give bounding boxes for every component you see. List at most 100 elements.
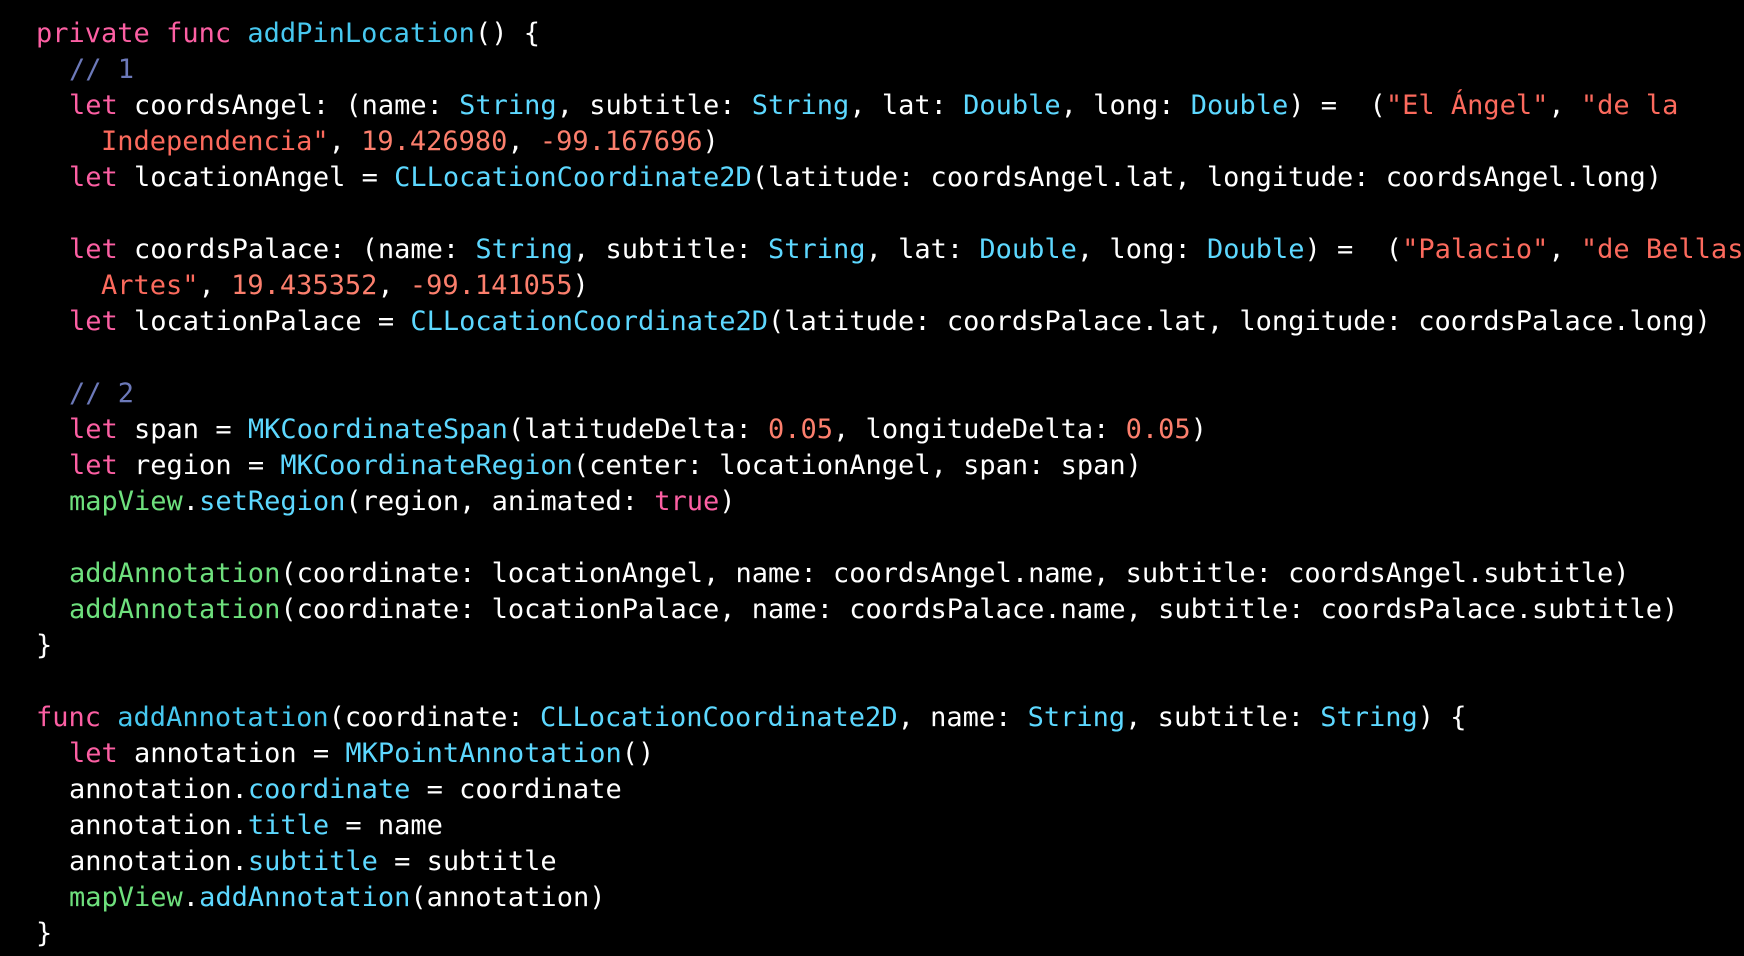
code-token-type: MKPointAnnotation [345,738,622,769]
code-token-plain: ) [1190,414,1207,445]
code-token-plain: locationAngel = [117,162,395,193]
code-token-keyword: func [36,702,102,733]
code-line: let locationAngel = CLLocationCoordinate… [36,160,1736,196]
code-token-type: CLLocationCoordinate2D [539,702,898,733]
code-token-type: Double [1206,234,1305,265]
code-token-type: MKCoordinateRegion [280,450,573,481]
code-token-plain: ) [702,126,719,157]
code-token-plain: = coordinate [410,774,622,805]
code-line: let coordsAngel: (name: String, subtitle… [36,88,1736,124]
code-token-string: "de Bellas [1580,234,1744,265]
code-token-string: Artes" [101,270,199,301]
code-token-plain: } [36,918,53,949]
code-token-comment: // 1 [69,54,135,85]
code-token-number: -99.167696 [539,126,703,157]
code-line: Independencia", 19.426980, -99.167696) [36,124,1736,160]
code-token-plain: , long: [1076,234,1207,265]
code-line: } [36,916,1736,952]
code-line: annotation.coordinate = coordinate [36,772,1736,808]
code-token-plain: coordsAngel: (name: [117,90,460,121]
code-editor[interactable]: private func addPinLocation() {// 1 let c… [36,16,1743,952]
code-token-project: addAnnotation [69,558,281,589]
code-token-plain: annotation = [117,738,346,769]
code-token-plain: , lat: [849,90,964,121]
code-token-keyword: let [69,306,118,337]
code-token-keyword: let [69,90,118,121]
code-token-project: addAnnotation [69,594,281,625]
code-token-plain: ) [572,270,589,301]
code-token-plain: . [182,882,200,913]
code-token-plain: , [328,126,362,157]
code-token-plain: locationPalace = [117,306,411,337]
code-token-plain: ) { [1417,702,1467,733]
code-line: let locationPalace = CLLocationCoordinat… [36,304,1736,340]
code-line: // 1 [36,52,1736,88]
code-token-plain: } [36,630,53,661]
code-token-member: subtitle [247,846,378,877]
code-token-number: 0.05 [1125,414,1191,445]
code-token-project: mapView [69,486,183,517]
code-token-keyword: func [166,18,232,49]
code-token-plain: () { [474,18,540,49]
code-token-plain: , longitudeDelta: [833,414,1126,445]
code-token-type: Double [979,234,1077,265]
code-line: annotation.title = name [36,808,1736,844]
code-token-member: coordinate [247,774,411,805]
code-token-string: "Palacio" [1402,234,1549,265]
code-line: private func addPinLocation() { [36,16,1736,52]
code-token-plain: region = [117,450,281,481]
code-token-plain: span = [117,414,248,445]
code-token-keyword: let [69,450,118,481]
code-token-func-name: addAnnotation [117,702,329,733]
code-token-plain: ) [719,486,736,517]
code-line: let region = MKCoordinateRegion(center: … [36,448,1736,484]
code-token-type: String [768,234,866,265]
code-token-member: title [247,810,330,841]
code-line: addAnnotation(coordinate: locationAngel,… [36,556,1736,592]
code-token-number: 19.435352 [231,270,378,301]
code-token-string: "El Ángel" [1385,90,1549,121]
code-token-plain: , [1548,90,1581,121]
code-token-type: String [475,234,573,265]
code-token-plain: , subtitle: [572,234,769,265]
code-token-plain: , name: [897,702,1028,733]
code-line: let coordsPalace: (name: String, subtitl… [36,232,1743,268]
code-token-number: -99.141055 [409,270,573,301]
code-token-plain: (center: locationAngel, span: span) [572,450,1142,481]
code-line: func addAnnotation(coordinate: CLLocatio… [36,700,1736,736]
code-token-plain: , subtitle: [1125,702,1321,733]
code-token-plain: , [507,126,540,157]
code-token-type: CLLocationCoordinate2D [394,162,752,193]
code-line: annotation.subtitle = subtitle [36,844,1736,880]
code-token-plain: , lat: [865,234,980,265]
code-token-plain: annotation. [69,810,248,841]
code-token-plain: , [198,270,232,301]
code-token-plain: , [1548,234,1581,265]
code-token-keyword: true [654,486,720,517]
code-token-keyword: let [69,162,118,193]
code-token-plain: () [621,738,655,769]
code-token-type: MKCoordinateSpan [247,414,508,445]
code-token-number: 19.426980 [361,126,508,157]
code-token-type: String [459,90,557,121]
code-token-plain: , [377,270,410,301]
code-line: let span = MKCoordinateSpan(latitudeDelt… [36,412,1736,448]
code-line: Artes", 19.435352, -99.141055) [36,268,1736,304]
code-token-type: CLLocationCoordinate2D [410,306,769,337]
code-token-plain: = subtitle [377,846,557,877]
code-line: mapView.addAnnotation(annotation) [36,880,1736,916]
code-token-plain: , long: [1060,90,1191,121]
code-token-plain: (latitudeDelta: [507,414,769,445]
code-token-keyword: let [69,414,118,445]
code-token-project: mapView [69,882,183,913]
code-token-type: String [1320,702,1418,733]
code-token-plain: = name [329,810,443,841]
code-token-plain: , subtitle: [556,90,752,121]
